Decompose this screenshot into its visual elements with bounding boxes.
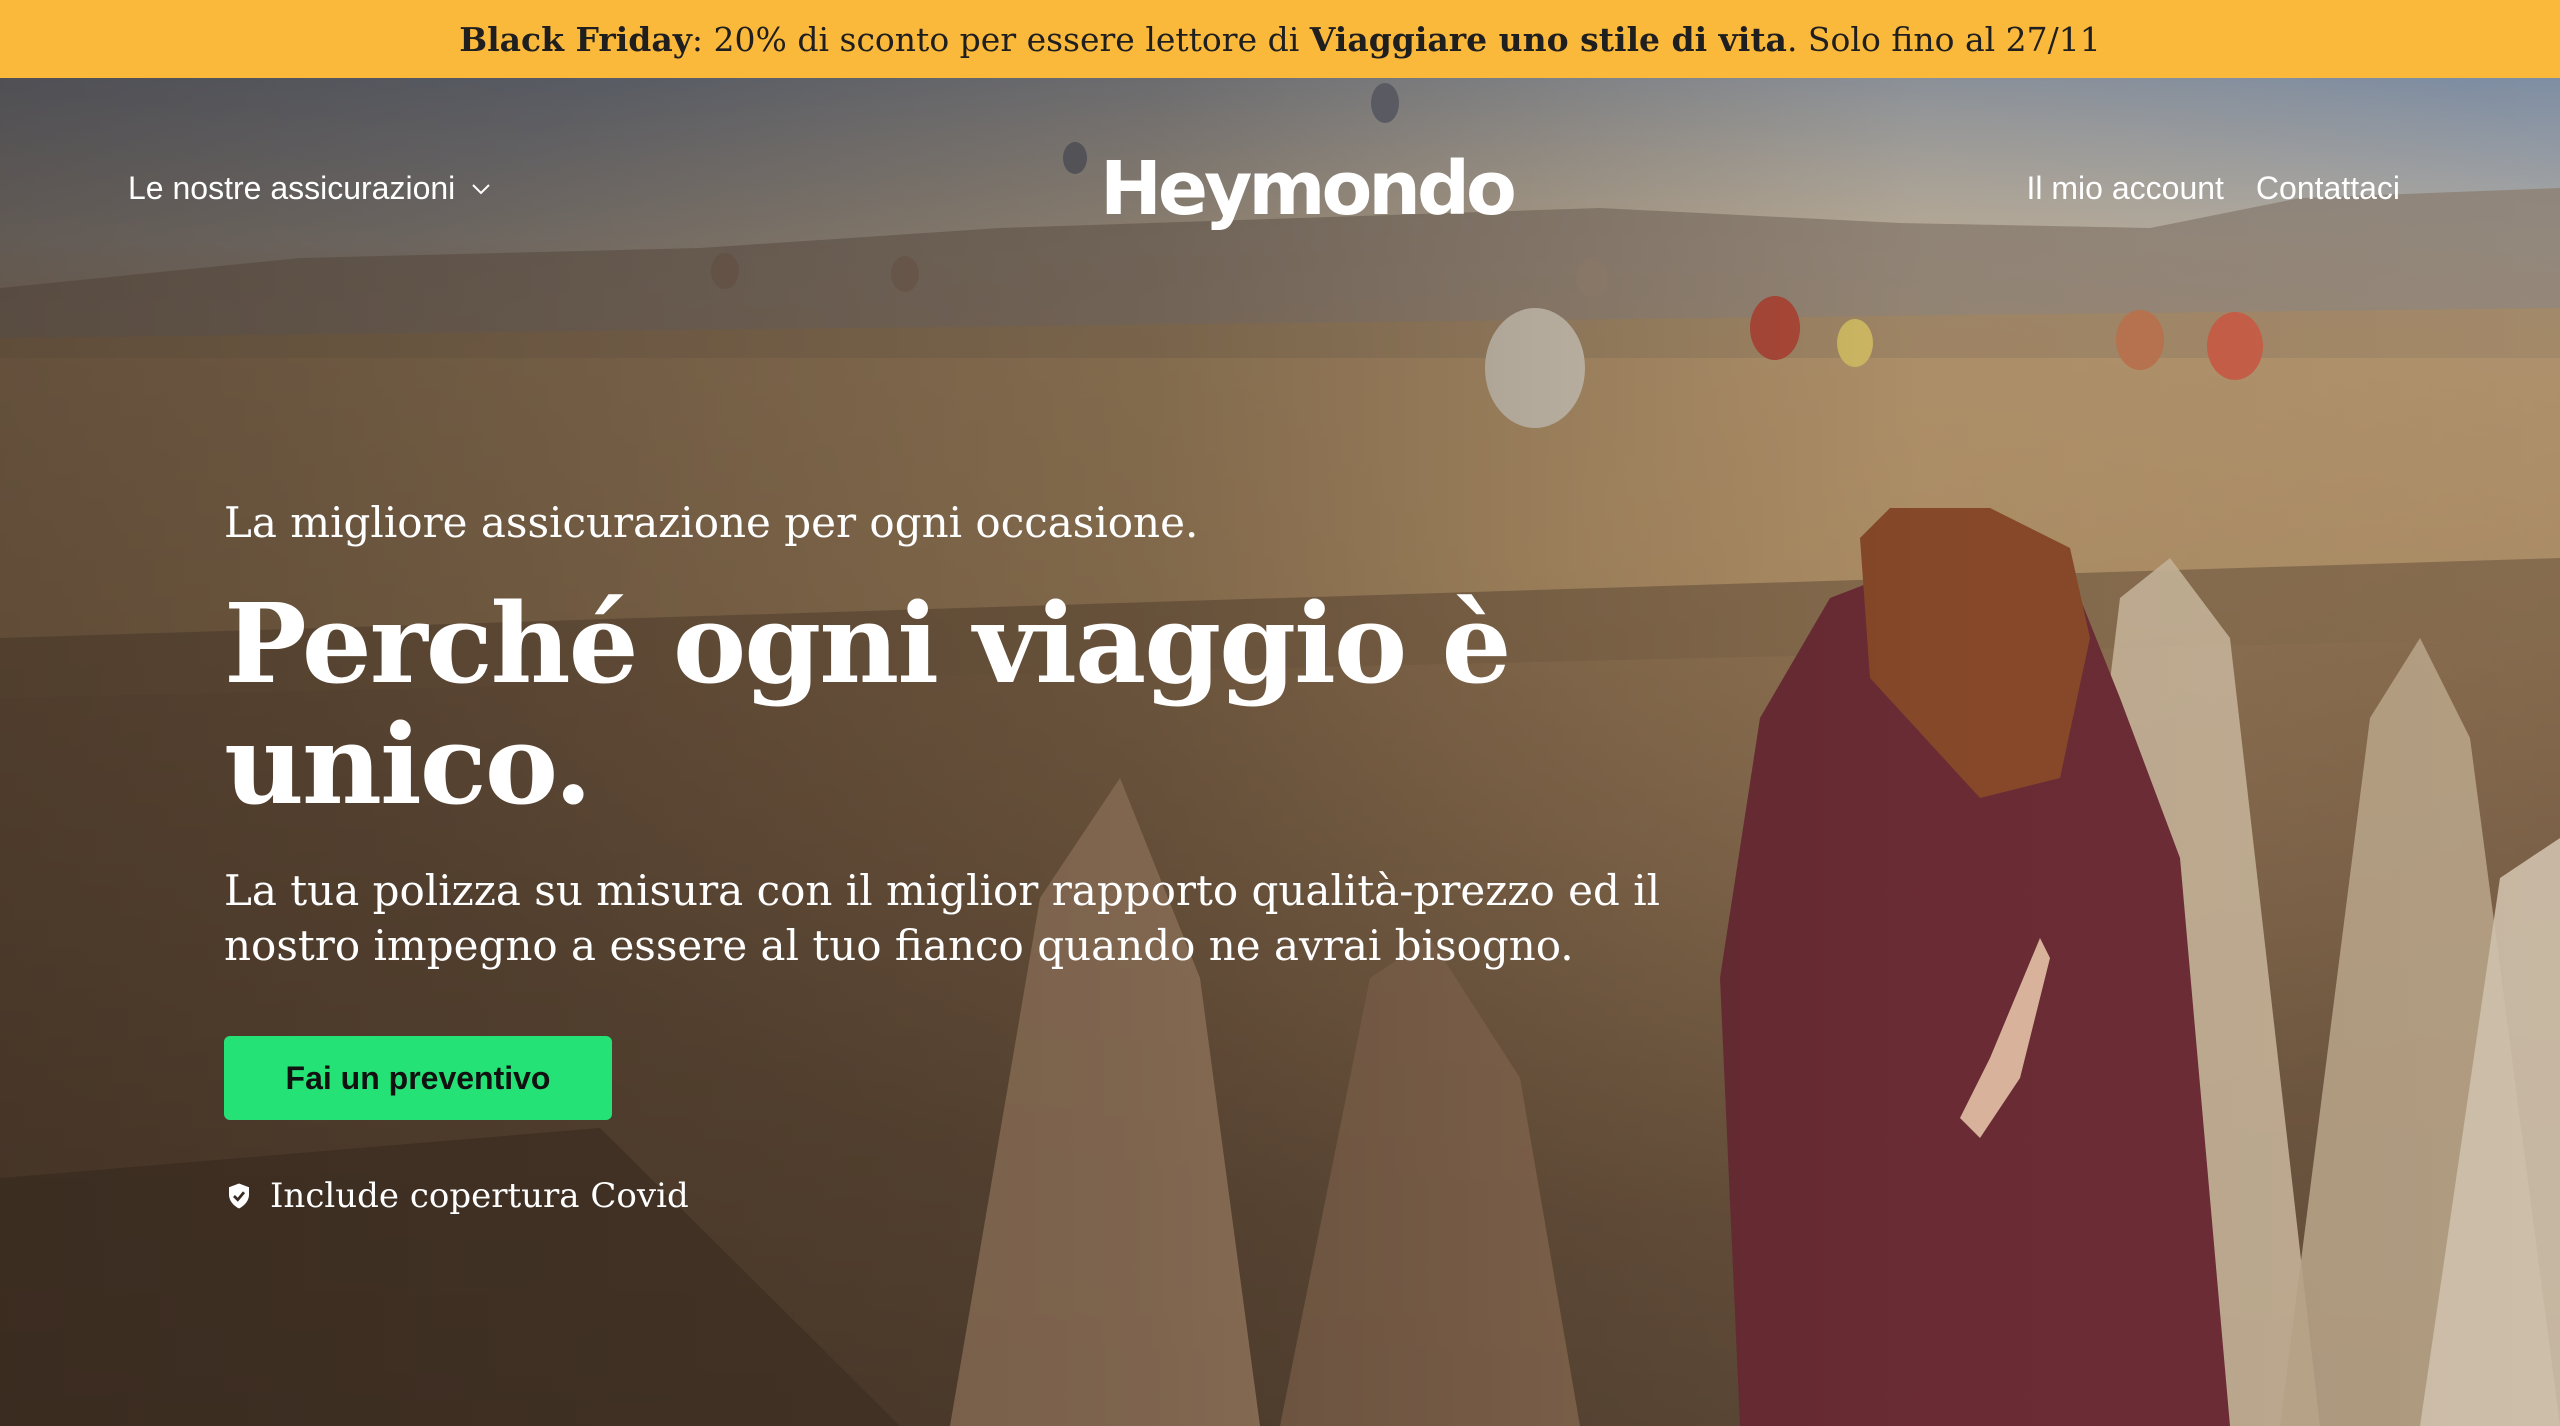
main-nav: Le nostre assicurazioni Heymondo Il mio … — [0, 78, 2560, 248]
hero-content: La migliore assicurazione per ogni occas… — [224, 498, 1824, 1216]
hero-headline: Perché ogni viaggio è unico. — [224, 579, 1512, 829]
nav-links: Il mio account Contattaci — [2027, 170, 2401, 207]
promo-partner: Viaggiare uno stile di vita — [1309, 19, 1787, 59]
contact-link[interactable]: Contattaci — [2256, 170, 2400, 207]
get-quote-button[interactable]: Fai un preventivo — [224, 1035, 612, 1120]
hero-subtitle: La tua polizza su misura con il miglior … — [224, 866, 1661, 971]
covid-coverage-badge: Include copertura Covid — [224, 1176, 1824, 1216]
promo-event: Black Friday — [459, 19, 692, 59]
covid-label: Include copertura Covid — [270, 1175, 689, 1216]
insurance-menu-button[interactable]: Le nostre assicurazioni — [128, 170, 493, 207]
promo-text-1: : 20% di sconto per essere lettore di — [691, 19, 1310, 59]
hero-kicker: La migliore assicurazione per ogni occas… — [224, 498, 1199, 547]
shield-check-icon — [229, 1183, 249, 1209]
promo-banner[interactable]: Black Friday: 20% di sconto per essere l… — [0, 0, 2560, 78]
hero-section: Le nostre assicurazioni Heymondo Il mio … — [0, 78, 2560, 1426]
promo-text-2: . Solo fino al 27/11 — [1786, 19, 2101, 59]
chevron-down-icon — [472, 183, 490, 194]
insurance-menu-label: Le nostre assicurazioni — [128, 170, 456, 206]
heymondo-logo[interactable]: Heymondo — [1100, 146, 1517, 232]
account-link[interactable]: Il mio account — [2027, 170, 2224, 207]
